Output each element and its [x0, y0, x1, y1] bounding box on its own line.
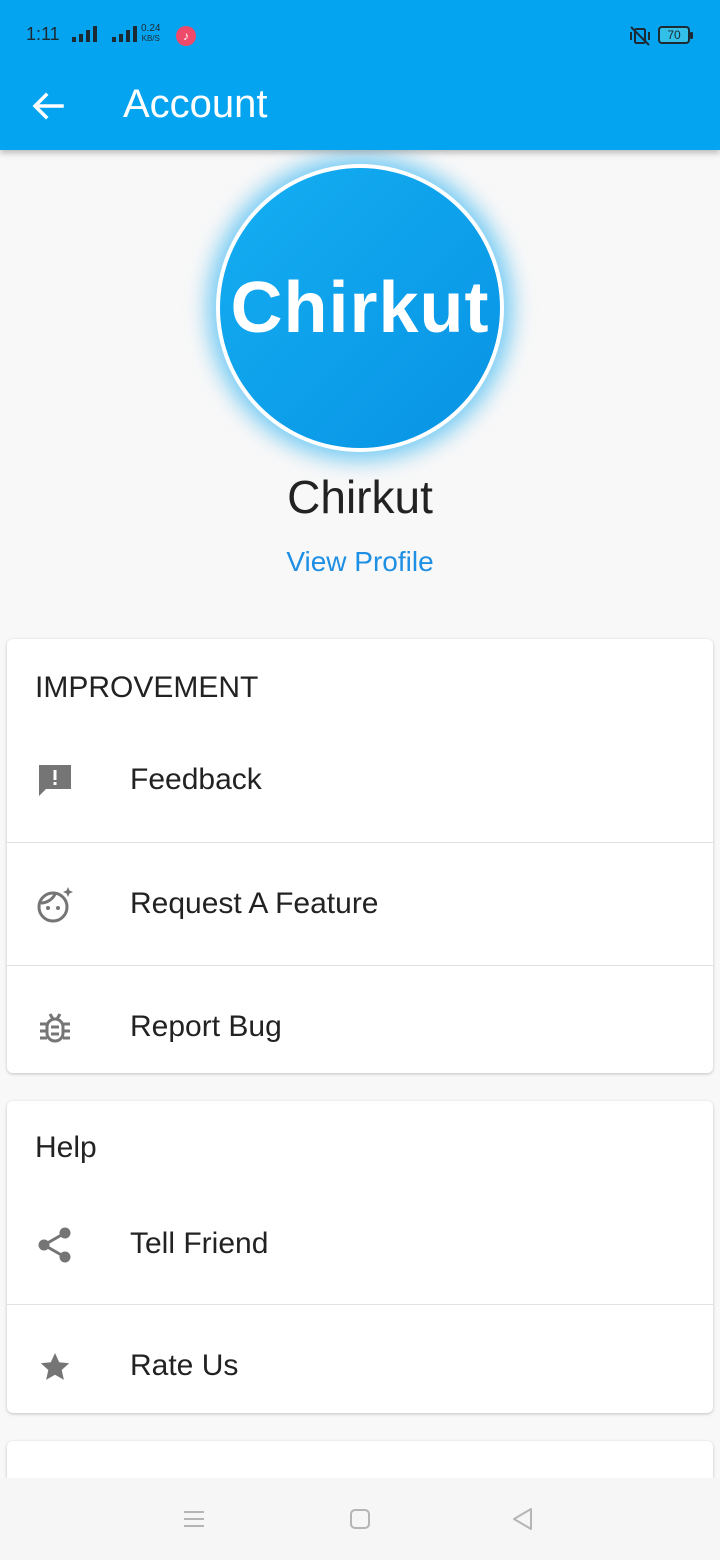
app-bar: Account	[0, 70, 720, 150]
share-icon	[38, 1227, 71, 1263]
vibrate-mute-icon	[630, 26, 650, 46]
section-title-improvement: IMPROVEMENT	[35, 671, 259, 704]
help-card: Help Tell Friend Rate Us	[7, 1101, 713, 1413]
status-bar: 1:11 0.24 KB/S ♪ 70	[0, 0, 720, 70]
request-feature-label: Request A Feature	[130, 887, 379, 920]
back-nav-icon[interactable]	[507, 1504, 537, 1534]
network-speed-unit: KB/S	[141, 34, 160, 43]
rate-us-label: Rate Us	[130, 1349, 239, 1382]
tell-friend-row[interactable]: Tell Friend	[7, 1183, 713, 1305]
signal-icon-2	[112, 24, 137, 42]
page-title: Account	[123, 82, 268, 126]
menu-icon[interactable]	[179, 1504, 209, 1534]
feedback-label: Feedback	[130, 763, 262, 796]
avatar-text: Chirkut	[230, 268, 490, 348]
music-notification-icon: ♪	[176, 26, 196, 46]
request-feature-row[interactable]: Request A Feature	[7, 843, 713, 965]
network-speed: 0.24 KB/S	[141, 24, 160, 44]
bug-icon	[40, 1013, 70, 1043]
home-icon[interactable]	[345, 1504, 375, 1534]
profile-name: Chirkut	[287, 471, 433, 523]
network-speed-value: 0.24	[141, 23, 161, 34]
back-arrow-icon[interactable]	[28, 86, 68, 126]
report-bug-label: Report Bug	[130, 1010, 282, 1043]
signal-icon	[72, 24, 97, 42]
avatar[interactable]: Chirkut	[216, 164, 504, 452]
tell-friend-label: Tell Friend	[130, 1227, 269, 1260]
section-title-help: Help	[35, 1131, 97, 1164]
report-bug-row[interactable]: Report Bug	[7, 966, 713, 1073]
system-nav-bar	[0, 1478, 720, 1560]
top-bar: 1:11 0.24 KB/S ♪ 70 Account	[0, 0, 720, 150]
avatar-circle: Chirkut	[220, 168, 500, 448]
feedback-row[interactable]: Feedback	[7, 719, 713, 841]
status-time: 1:11	[26, 24, 60, 44]
star-icon	[40, 1353, 70, 1380]
face-sparkle-icon	[37, 887, 73, 923]
battery-indicator: 70	[658, 26, 693, 44]
view-profile-link[interactable]: View Profile	[0, 546, 720, 578]
rate-us-row[interactable]: Rate Us	[7, 1305, 713, 1413]
improvement-card: IMPROVEMENT Feedback Request A Feature R…	[7, 639, 713, 1073]
feedback-icon	[39, 765, 71, 796]
